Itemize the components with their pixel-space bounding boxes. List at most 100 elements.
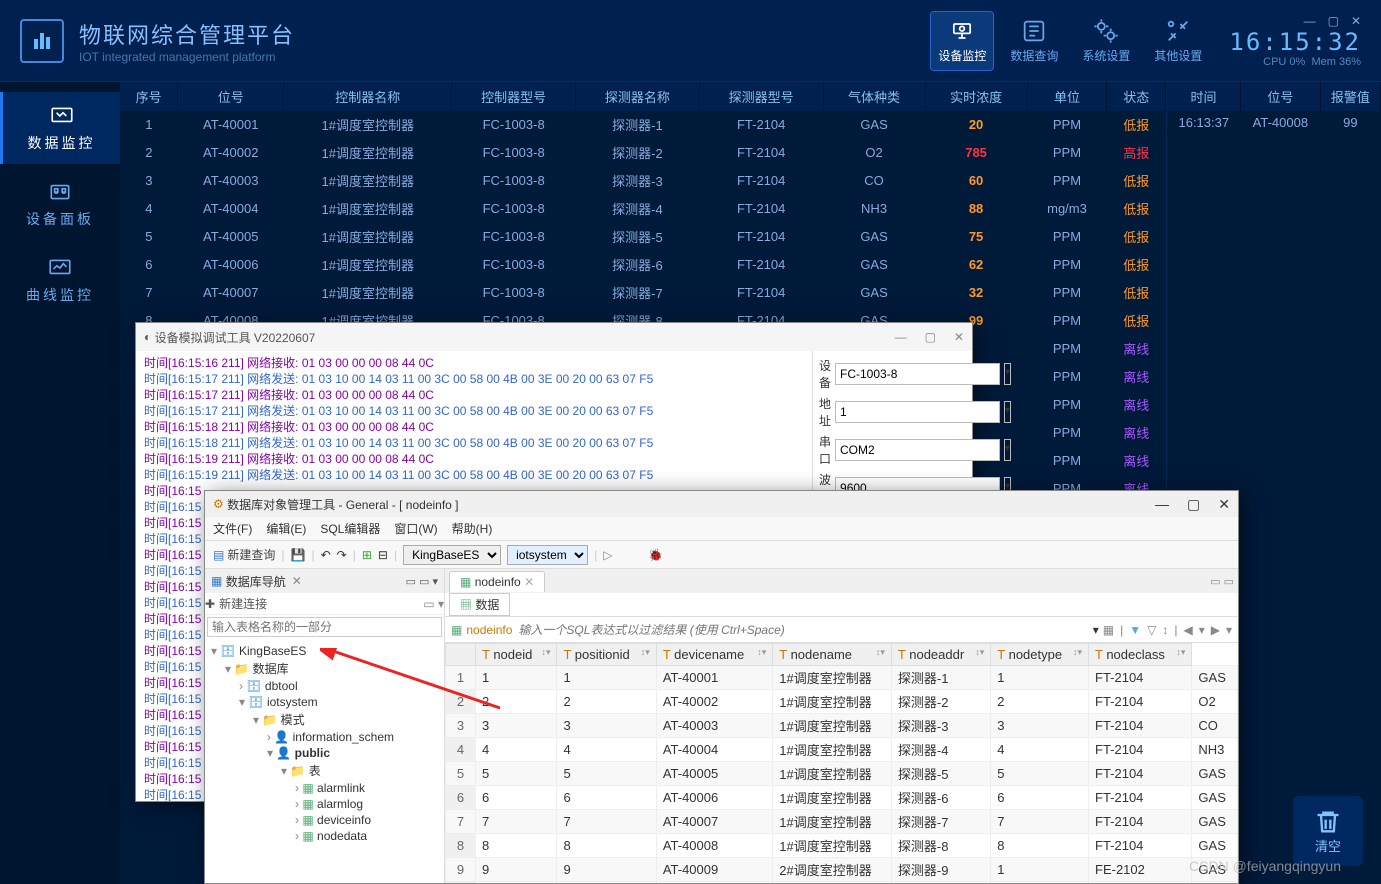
sidebar-item-1[interactable]: 设备面板: [0, 168, 120, 240]
header-btn-tools[interactable]: 其他设置: [1146, 11, 1210, 71]
bug-icon[interactable]: 🐞: [648, 548, 663, 562]
close-icon[interactable]: ✕: [1218, 496, 1230, 513]
grid-row[interactable]: 111AT-400011#调度室控制器探测器-11FT-2104GAS: [446, 666, 1238, 690]
tree-node[interactable]: › ▦ alarmlog: [211, 796, 438, 812]
maximize-icon[interactable]: ▢: [925, 330, 936, 344]
window-controls[interactable]: —▢✕: [1229, 14, 1361, 28]
col-header[interactable]: T nodeclass ↕▾: [1089, 644, 1192, 666]
dropdown-icon[interactable]: ▾: [1004, 439, 1011, 461]
db-select[interactable]: KingBaseES: [403, 545, 501, 565]
tree-node[interactable]: ▾ 📁 表: [211, 761, 438, 780]
col-header[interactable]: T nodename ↕▾: [773, 644, 892, 666]
grid-row[interactable]: 999AT-400092#调度室控制器探测器-91FE-2102GAS: [446, 858, 1238, 882]
close-icon: ✕: [1351, 14, 1361, 28]
maximize-icon[interactable]: ▢: [1187, 496, 1200, 513]
alarm-row[interactable]: 16:13:37AT-4000899: [1167, 111, 1381, 135]
db-titlebar[interactable]: ⚙ 数据库对象管理工具 - General - [ nodeinfo ] —▢✕: [205, 491, 1238, 517]
tree-node[interactable]: › 🗄 dbtool: [211, 678, 438, 694]
table-row[interactable]: 6AT-400061#调度室控制器FC-1003-8探测器-6FT-2104GA…: [120, 251, 1166, 279]
grid-row[interactable]: 777AT-400071#调度室控制器探测器-77FT-2104GAS: [446, 810, 1238, 834]
col-header[interactable]: T positionid ↕▾: [557, 644, 656, 666]
schema-select[interactable]: iotsystem: [507, 545, 588, 565]
new-query-button[interactable]: ▤新建查询: [213, 546, 275, 563]
col-header[interactable]: T devicename ↕▾: [656, 644, 772, 666]
sidebar-item-0[interactable]: 数据监控: [0, 92, 120, 164]
table-row[interactable]: 4AT-400041#调度室控制器FC-1003-8探测器-4FT-2104NH…: [120, 195, 1166, 223]
grid-row[interactable]: 101010AT-400102#调度室控制器探测器-102FE-2102GAS: [446, 882, 1238, 884]
redo-icon[interactable]: ↷: [337, 548, 347, 562]
tree-node[interactable]: ▾ 👤 public: [211, 745, 438, 761]
close-icon[interactable]: ✕: [954, 330, 964, 344]
table-row[interactable]: 1AT-400011#调度室控制器FC-1003-8探测器-1FT-2104GA…: [120, 111, 1166, 139]
col-header: 气体种类: [823, 82, 925, 111]
run-icon[interactable]: ▷: [603, 548, 612, 562]
commit-icon[interactable]: ⊞: [362, 548, 372, 562]
col-header[interactable]: T nodeid ↕▾: [476, 644, 557, 666]
panel-icon[interactable]: ▦: [1103, 623, 1114, 637]
dropdown-icon[interactable]: ▾: [1004, 363, 1011, 385]
grid-row[interactable]: 666AT-400061#调度室控制器探测器-66FT-2104GAS: [446, 786, 1238, 810]
col-header: 位号: [178, 82, 284, 111]
table-row[interactable]: 7AT-400071#调度室控制器FC-1003-8探测器-7FT-2104GA…: [120, 279, 1166, 307]
tree-node[interactable]: › ▦ deviceinfo: [211, 812, 438, 828]
menu-item[interactable]: 窗口(W): [394, 520, 437, 537]
header-btn-monitor[interactable]: 设备监控: [930, 11, 994, 71]
next-icon[interactable]: ▶: [1211, 623, 1220, 637]
menu-item[interactable]: 帮助(H): [452, 520, 493, 537]
sort-icon[interactable]: ↕: [1162, 623, 1168, 637]
table-row[interactable]: 2AT-400021#调度室控制器FC-1003-8探测器-2FT-2104O2…: [120, 139, 1166, 167]
rollback-icon[interactable]: ⊟: [378, 548, 388, 562]
col-header[interactable]: T nodetype ↕▾: [991, 644, 1089, 666]
close-icon[interactable]: ✕: [292, 574, 302, 588]
grid-row[interactable]: 333AT-400031#调度室控制器探测器-33FT-2104CO: [446, 714, 1238, 738]
minimize-icon[interactable]: —: [895, 330, 907, 344]
sql-filter-input[interactable]: [516, 621, 1088, 639]
tree-node[interactable]: ▾ 📁 数据库: [211, 659, 438, 678]
dropdown-icon[interactable]: ▾: [1093, 623, 1099, 637]
db-editor: ▦ nodeinfo ✕▭ ▭ ▦ 数据 ▦ nodeinfo ▾ ▦ | ▼ …: [445, 569, 1238, 883]
editor-tab[interactable]: ▦ nodeinfo ✕: [449, 571, 545, 592]
tree-node[interactable]: › 👤 information_schem: [211, 729, 438, 745]
tree-node[interactable]: › ▦ nodedata: [211, 828, 438, 844]
db-menubar[interactable]: 文件(F) 编辑(E) SQL编辑器窗口(W) 帮助(H): [205, 517, 1238, 541]
menu-item[interactable]: 编辑(E): [266, 520, 306, 537]
tree-node[interactable]: ▾ 📁 模式: [211, 710, 438, 729]
grid-row[interactable]: 888AT-400081#调度室控制器探测器-88FT-2104GAS: [446, 834, 1238, 858]
device-select[interactable]: [835, 363, 1000, 385]
dropdown-icon[interactable]: ▾: [1004, 401, 1011, 423]
prev-icon[interactable]: ◀: [1183, 623, 1192, 637]
grid-row[interactable]: 444AT-400041#调度室控制器探测器-44FT-2104NH3: [446, 738, 1238, 762]
header-btn-gear[interactable]: 系统设置: [1074, 11, 1138, 71]
header-status: —▢✕ 16:15:32 CPU 0% Mem 36%: [1229, 14, 1361, 68]
table-icon: ▦: [302, 781, 313, 795]
menu-item[interactable]: SQL编辑器: [320, 520, 380, 537]
debug-titlebar[interactable]: ◐ 设备模拟调试工具 V20220607 —▢✕: [136, 323, 972, 351]
minimize-icon[interactable]: —: [1155, 496, 1169, 513]
sidebar-item-2[interactable]: 曲线监控: [0, 244, 120, 316]
table-row[interactable]: 5AT-400051#调度室控制器FC-1003-8探测器-5FT-2104GA…: [120, 223, 1166, 251]
addr-input[interactable]: [835, 401, 1000, 423]
new-connection-button[interactable]: ✚新建连接▭ ▾: [205, 593, 444, 615]
data-grid[interactable]: T nodeid ↕▾T positionid ↕▾T devicename ↕…: [445, 643, 1238, 883]
grid-row[interactable]: 222AT-400021#调度室控制器探测器-22FT-2104O2: [446, 690, 1238, 714]
tree-node[interactable]: › ▦ alarmlink: [211, 780, 438, 796]
table-row[interactable]: 3AT-400031#调度室控制器FC-1003-8探测器-3FT-2104CO…: [120, 167, 1166, 195]
db-tree[interactable]: ▾ 🗄 KingBaseES▾ 📁 数据库› 🗄 dbtool▾ 🗄 iotsy…: [205, 639, 444, 848]
col-header[interactable]: T nodeaddr ↕▾: [891, 644, 990, 666]
tree-node[interactable]: ▾ 🗄 KingBaseES: [211, 643, 438, 659]
menu-item[interactable]: 文件(F): [213, 520, 252, 537]
port-select[interactable]: [835, 439, 1000, 461]
filter-icon[interactable]: ▼: [1129, 623, 1141, 637]
sidebar: 数据监控设备面板曲线监控: [0, 82, 120, 884]
tree-node[interactable]: ▾ 🗄 iotsystem: [211, 694, 438, 710]
undo-icon[interactable]: ↶: [321, 548, 331, 562]
filter-off-icon[interactable]: ▽: [1147, 623, 1156, 637]
clear-button[interactable]: 清空: [1293, 796, 1363, 866]
tree-search-input[interactable]: [207, 617, 442, 637]
sidebar-icon: [45, 255, 75, 281]
db-window[interactable]: ⚙ 数据库对象管理工具 - General - [ nodeinfo ] —▢✕…: [204, 490, 1239, 884]
grid-row[interactable]: 555AT-400051#调度室控制器探测器-55FT-2104GAS: [446, 762, 1238, 786]
header-btn-query[interactable]: 数据查询: [1002, 11, 1066, 71]
save-icon[interactable]: 💾: [290, 548, 305, 562]
data-tab[interactable]: ▦ 数据: [449, 593, 510, 616]
